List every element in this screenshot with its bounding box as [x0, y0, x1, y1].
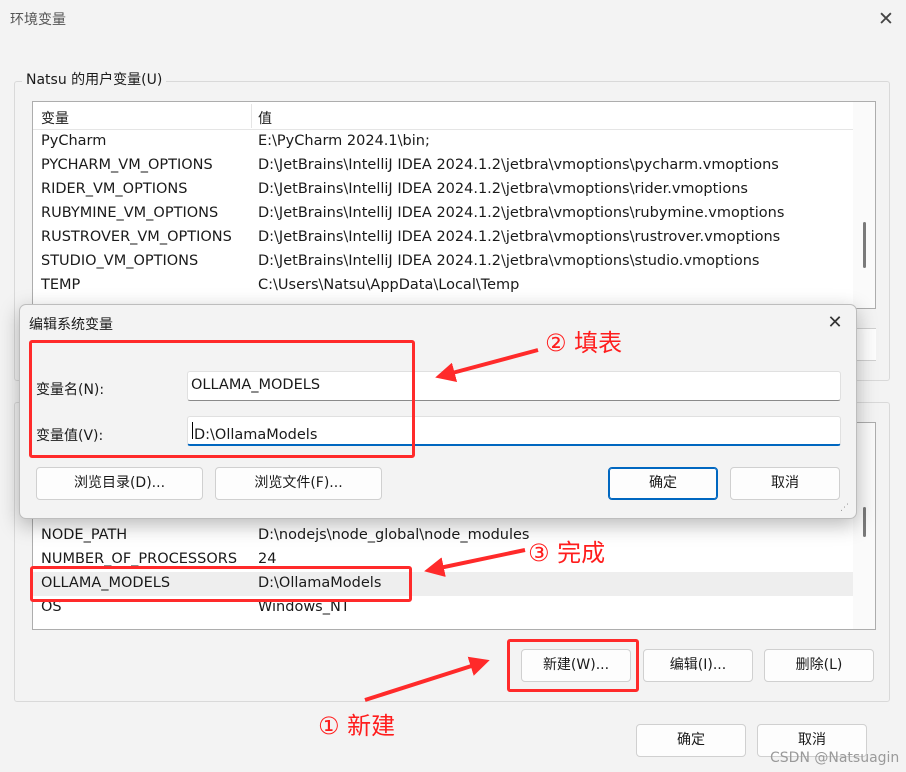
annotation-step1: ① 新建	[318, 712, 396, 740]
annotation-arrows	[364, 348, 539, 702]
arrow-step1	[364, 656, 490, 702]
annotation-step2: ② 填表	[545, 329, 623, 357]
arrow-step2	[435, 348, 539, 383]
watermark: CSDN @Natsuagin	[770, 750, 900, 766]
annotation-step3: ③ 完成	[528, 539, 606, 567]
arrow-step3	[424, 548, 526, 577]
